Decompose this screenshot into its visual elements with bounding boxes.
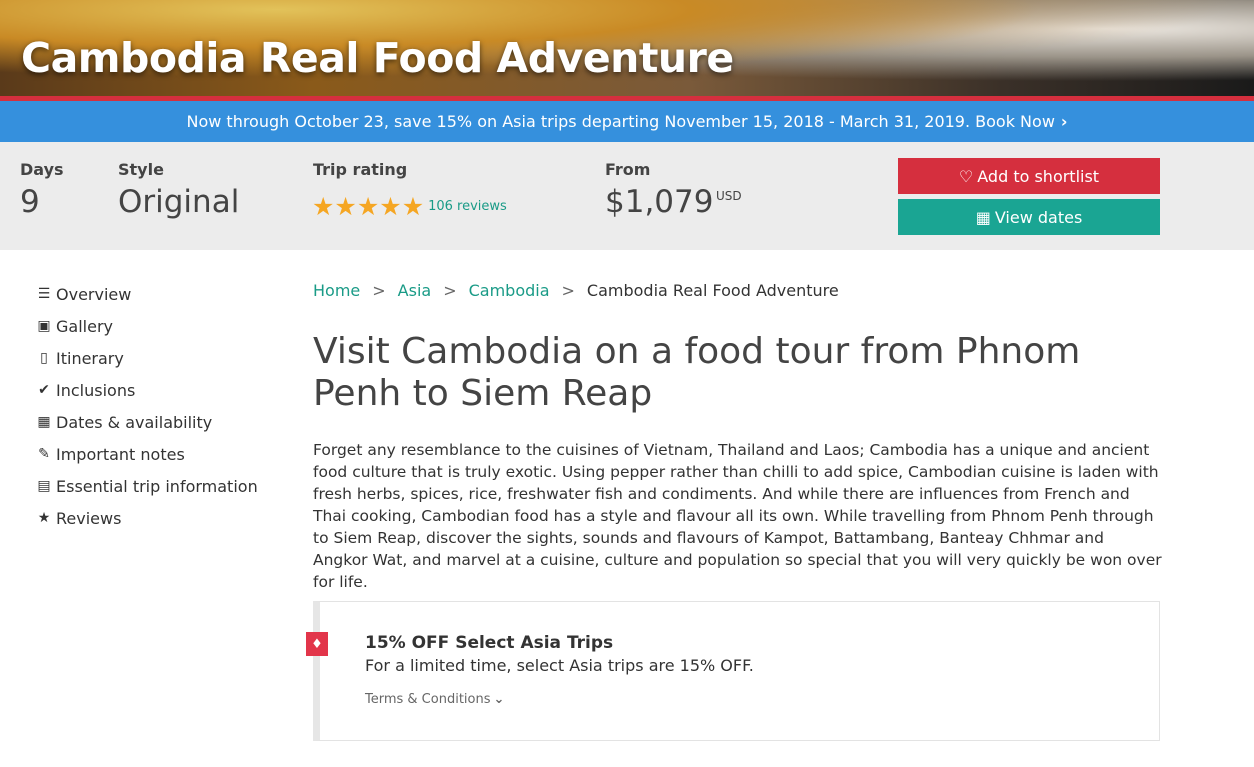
breadcrumb-asia[interactable]: Asia [398,281,432,300]
page-title: Cambodia Real Food Adventure [21,34,734,82]
fire-icon: ♦ [306,632,328,656]
days-value: 9 [20,184,40,220]
sidebar-item-label: Itinerary [56,348,124,368]
map-icon: ▯ [40,350,48,366]
reviews-link[interactable]: 106 reviews [428,199,507,214]
promo-banner[interactable]: Now through October 23, save 15% on Asia… [0,101,1254,142]
star-icon: ★ [379,192,402,221]
terms-label: Terms & Conditions [365,692,491,707]
trip-rating: ★ ★ ★ ★ ★ 106 reviews [312,194,507,219]
price-value: $1,079 [605,184,714,220]
sidebar-item-label: Inclusions [56,380,136,400]
sidebar-item-label: Essential trip information [56,476,258,496]
breadcrumb-separator: > [443,281,457,300]
calendar-icon: ▦ [975,207,991,227]
breadcrumb-separator: > [561,281,575,300]
promo-text[interactable]: Now through October 23, save 15% on Asia… [186,112,1054,131]
list-icon: ☰ [37,286,51,302]
check-icon: ✔ [38,382,50,398]
hero-banner: Cambodia Real Food Adventure [0,0,1254,96]
add-to-shortlist-button[interactable]: ♡ Add to shortlist [898,158,1160,194]
style-label: Style [118,160,164,179]
from-label: From [605,160,651,179]
breadcrumb-current: Cambodia Real Food Adventure [586,281,839,300]
view-dates-button[interactable]: ▦ View dates [898,199,1160,235]
image-icon: ▣ [37,318,51,334]
shortlist-label: Add to shortlist [977,166,1100,186]
chevron-down-icon: ⌄ [493,692,505,707]
breadcrumb-home[interactable]: Home [313,281,360,300]
currency-label: USD [716,189,742,203]
sidebar-item-reviews[interactable]: ★ Reviews [35,502,258,534]
sidebar-item-overview[interactable]: ☰ Overview [35,278,258,310]
trip-headline: Visit Cambodia on a food tour from Phnom… [313,331,1081,414]
breadcrumb: Home > Asia > Cambodia > Cambodia Real F… [313,281,839,300]
style-value: Original [118,184,240,220]
trip-description: Forget any resemblance to the cuisines o… [313,441,1162,591]
star-icon: ★ [334,192,357,221]
star-icon: ★ [356,192,380,221]
sidebar-item-inclusions[interactable]: ✔ Inclusions [35,374,258,406]
sidebar-item-gallery[interactable]: ▣ Gallery [35,310,258,342]
sidebar-item-label: Overview [56,284,132,304]
star-icon: ★ [401,192,425,221]
star-icon: ★ [312,192,335,221]
view-dates-label: View dates [994,207,1083,227]
sidebar-item-label: Important notes [56,444,185,464]
sidebar-item-itinerary[interactable]: ▯ Itinerary [35,342,258,374]
sidebar-item-essential-info[interactable]: ▤ Essential trip information [35,470,258,502]
sidebar-item-label: Gallery [56,316,113,336]
breadcrumb-cambodia[interactable]: Cambodia [469,281,550,300]
offer-text: For a limited time, select Asia trips ar… [365,656,754,675]
terms-toggle[interactable]: Terms & Conditions ⌄ [365,692,504,707]
offer-title: 15% OFF Select Asia Trips [365,633,614,653]
edit-icon: ✎ [38,446,50,462]
days-label: Days [20,160,64,179]
document-icon: ▤ [37,478,51,494]
sidebar-item-important-notes[interactable]: ✎ Important notes [35,438,258,470]
rating-label: Trip rating [313,160,408,179]
star-icon: ★ [37,510,51,526]
chevron-right-icon: › [1060,112,1068,131]
calendar-icon: ▦ [37,414,51,430]
breadcrumb-separator: > [372,281,386,300]
sidebar-nav: ☰ Overview ▣ Gallery ▯ Itinerary ✔ Inclu… [35,278,258,534]
sidebar-item-label: Reviews [56,508,122,528]
sidebar-item-dates[interactable]: ▦ Dates & availability [35,406,258,438]
trip-info-bar: Days 9 Style Original Trip rating ★ ★ ★ … [0,142,1254,250]
sidebar-item-label: Dates & availability [56,412,213,432]
heart-icon: ♡ [958,166,974,186]
